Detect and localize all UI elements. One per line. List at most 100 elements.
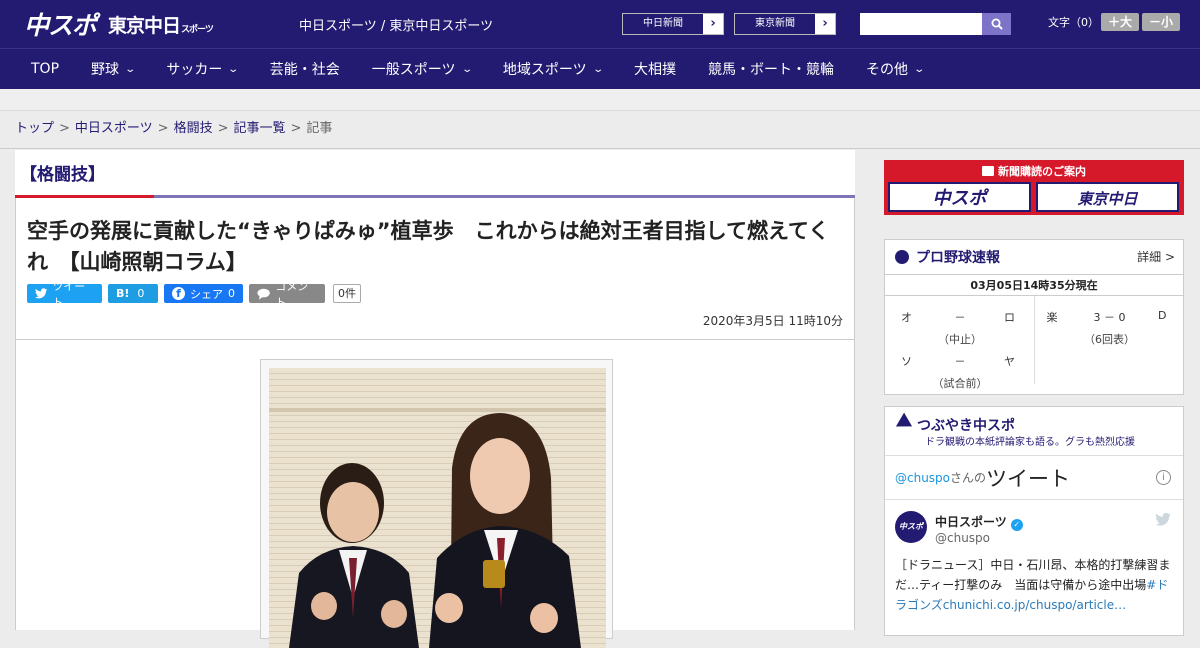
nav-item-label: その他 — [866, 62, 909, 78]
away-team: ロ — [1004, 311, 1015, 324]
nav-item-general-sports[interactable]: 一般スポーツ ⌄ — [356, 49, 487, 90]
breadcrumb-separator: > — [157, 121, 169, 136]
speech-bubble-icon — [257, 288, 270, 300]
facebook-share-button[interactable]: f シェア 0 — [164, 284, 243, 303]
megaphone-icon — [891, 412, 913, 434]
tweet-author[interactable]: 中日スポーツ ✓ — [935, 513, 1023, 531]
twitter-box-title: つぶやき中スポ — [917, 418, 1015, 434]
handle-suffix: さんの — [950, 471, 987, 485]
article-category: 【格闘技】 — [20, 165, 105, 185]
nav-item-local-sports[interactable]: 地域スポーツ ⌄ — [487, 49, 618, 90]
subscribe-tokyo-chunichi[interactable]: 東京中日 — [1036, 182, 1179, 212]
site-name: 中日スポーツ / 東京中日スポーツ — [299, 19, 494, 34]
facebook-count: 0 — [228, 287, 235, 300]
breadcrumb-top[interactable]: トップ — [15, 121, 54, 136]
tweet-item[interactable]: 中スポ 中日スポーツ ✓ @chuspo ［ドラニュース］中日・石川昂、本格的打撃… — [885, 499, 1183, 629]
article-header: 空手の発展に貢献した“きゃりぱみゅ”植草歩 これからは絶対王者目指して燃えてくれ… — [15, 198, 855, 340]
avatar[interactable]: 中スポ — [895, 511, 927, 543]
nav-item-label: 地域スポーツ — [502, 62, 587, 78]
twitter-handle-link[interactable]: @chuspo — [895, 471, 950, 485]
facebook-label: シェア — [190, 287, 223, 301]
tweet-body: ［ドラニュース］中日・石川昂、本格的打撃練習まだ…ティー打撃のみ 当面は守備から… — [895, 558, 1171, 592]
article-image — [269, 368, 606, 648]
subscribe-title: 新聞購読のご案内 — [884, 163, 1184, 179]
tweet-handle[interactable]: @chuspo — [935, 531, 990, 545]
tweet-button[interactable]: ツイート — [27, 280, 102, 309]
search-button[interactable] — [982, 13, 1011, 35]
nav-item-top[interactable]: TOP — [0, 49, 75, 90]
font-larger-button[interactable]: ＋大 — [1101, 13, 1139, 31]
hatena-icon: B! — [116, 287, 130, 300]
baseball-scores-title: プロ野球速報 — [916, 250, 1000, 266]
nav-item-racing[interactable]: 競馬・ボート・競輪 — [692, 49, 850, 90]
chevron-right-icon: › — [703, 14, 723, 34]
chevron-down-icon: ⌄ — [460, 63, 473, 75]
verified-badge-icon: ✓ — [1010, 519, 1023, 531]
chevron-down-icon: ⌄ — [591, 63, 604, 75]
twitter-box-header: つぶやき中スポ ドラ観戦の本紙評論家も語る。グラも熱烈応援 — [885, 407, 1183, 455]
breadcrumb-article-list[interactable]: 記事一覧 — [234, 121, 286, 136]
subscribe-banner[interactable]: 新聞購読のご案内 中スポ 東京中日 — [884, 160, 1184, 215]
main-nav: TOP 野球 ⌄ サッカー ⌄ 芸能・社会 一般スポーツ ⌄ 地域スポーツ ⌄ 大相撲 … — [0, 48, 1200, 89]
breadcrumb-separator: > — [290, 121, 302, 136]
facebook-icon: f — [172, 287, 185, 300]
game-status: （6回表） — [1084, 333, 1135, 346]
comment-button[interactable]: コメント — [249, 280, 325, 309]
nav-item-label: 一般スポーツ — [371, 62, 456, 78]
info-icon[interactable]: i — [1156, 470, 1171, 485]
breadcrumb: トップ > 中日スポーツ > 格闘技 > 記事一覧 > 記事 — [0, 111, 1200, 149]
tokyo-shimbun-button[interactable]: 東京新聞 › — [734, 13, 836, 35]
chevron-down-icon: ⌄ — [913, 63, 926, 75]
nav-item-label: 大相撲 — [634, 62, 677, 78]
search-icon — [991, 18, 1003, 30]
ad-strip — [0, 89, 1200, 111]
tokyo-chunichi-logo-text: 東京中日 — [108, 14, 181, 37]
nav-item-label: 芸能・社会 — [269, 62, 340, 78]
twitter-box: つぶやき中スポ ドラ観戦の本紙評論家も語る。グラも熱烈応援 @chuspo さんの… — [884, 406, 1184, 636]
subscribe-title-text: 新聞購読のご案内 — [998, 165, 1086, 178]
baseball-more-link[interactable]: 詳細 > — [1137, 248, 1175, 265]
twitter-icon — [35, 288, 48, 299]
nav-item-label: サッカー — [166, 62, 223, 78]
nav-item-baseball[interactable]: 野球 ⌄ — [75, 49, 150, 90]
nav-item-label: 競馬・ボート・競輪 — [708, 62, 835, 78]
font-smaller-button[interactable]: －小 — [1142, 13, 1180, 31]
site-logo[interactable]: 中スポ 東京中日スポーツ — [24, 6, 214, 42]
nav-item-entertainment[interactable]: 芸能・社会 — [254, 49, 356, 90]
baseball-scores-header: プロ野球速報 詳細 > — [885, 240, 1183, 274]
newspaper-icon — [982, 166, 994, 176]
hatena-count: 0 — [137, 287, 145, 300]
nav-item-label: 野球 — [91, 62, 120, 78]
subscribe-chuspo[interactable]: 中スポ — [888, 182, 1031, 212]
font-size-label: 文字（0） — [1048, 16, 1099, 29]
article-date: 2020年3月5日 11時10分 — [702, 314, 843, 328]
chevron-down-icon: ⌄ — [124, 63, 137, 75]
tweets-heading: ツイート — [986, 466, 1071, 491]
nav-item-other[interactable]: その他 ⌄ — [850, 49, 939, 90]
top-header: 中スポ 東京中日スポーツ 中日スポーツ / 東京中日スポーツ 中日新聞 › 東京… — [0, 0, 1200, 48]
twitter-bird-icon[interactable] — [1155, 512, 1171, 530]
chevron-right-icon: › — [815, 14, 835, 34]
nav-item-soccer[interactable]: サッカー ⌄ — [150, 49, 253, 90]
breadcrumb-martial-arts[interactable]: 格闘技 — [174, 121, 213, 136]
breadcrumb-chuspo[interactable]: 中日スポーツ — [75, 121, 153, 136]
tweet-label: ツイート — [52, 279, 86, 309]
chuspo-logo[interactable]: 中スポ — [24, 6, 97, 42]
breadcrumb-separator: > — [217, 121, 229, 136]
search-form — [860, 13, 1011, 35]
tweets-header: @chuspo さんの ツイート i — [885, 455, 1183, 499]
game-status: （試合前） — [932, 377, 988, 390]
hatena-bookmark-button[interactable]: B! 0 — [108, 284, 158, 303]
tokyo-chunichi-logo[interactable]: 東京中日スポーツ — [108, 11, 214, 38]
social-buttons: ツイート B! 0 f シェア 0 コメント 0件 — [27, 280, 361, 309]
nav-item-sumo[interactable]: 大相撲 — [618, 49, 692, 90]
tokyo-shimbun-label: 東京新聞 — [755, 18, 795, 29]
baseball-icon — [895, 250, 909, 264]
twitter-icon — [1155, 512, 1171, 526]
article-title: 空手の発展に貢献した“きゃりぱみゅ”植草歩 これからは絶対王者目指して燃えてくれ… — [27, 219, 830, 274]
search-input[interactable] — [860, 13, 982, 35]
chunichi-shimbun-button[interactable]: 中日新聞 › — [622, 13, 724, 35]
photo-two-women-fists — [269, 368, 606, 648]
away-team: D — [1158, 309, 1167, 322]
chevron-down-icon: ⌄ — [227, 63, 240, 75]
